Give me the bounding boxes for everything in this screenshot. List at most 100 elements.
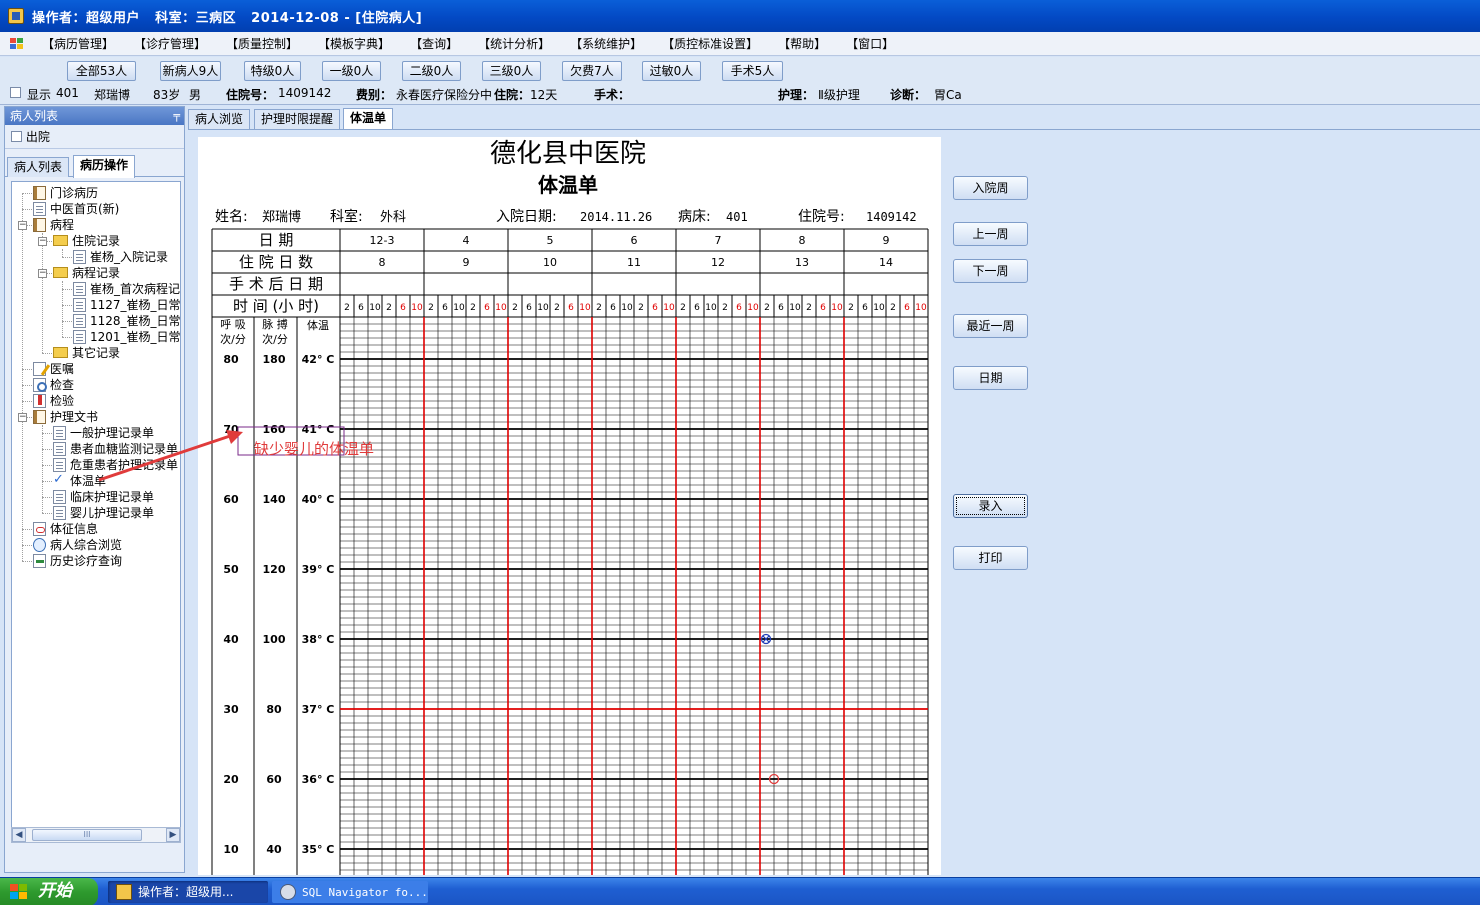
tree-node[interactable]: 体温单 [53, 472, 106, 489]
filter-all-button[interactable]: 全部53人 [67, 61, 136, 81]
tree-node[interactable]: 中医首页(新) [33, 201, 119, 217]
tree-collapse-icon[interactable]: − [38, 269, 47, 278]
tab-nursing-time-reminder[interactable]: 护理时限提醒 [254, 109, 341, 129]
filter-level2-button[interactable]: 二级0人 [402, 61, 461, 81]
discharge-checkbox[interactable] [11, 131, 22, 142]
menu-template-dictionary[interactable]: 【模板字典】 [308, 33, 400, 55]
previous-week-button[interactable]: 上一周 [953, 222, 1028, 246]
tree-node-label: 患者血糖监测记录单 [70, 442, 179, 456]
menu-window[interactable]: 【窗口】 [836, 33, 904, 55]
bed-label: 病床: [678, 209, 711, 225]
tree-node[interactable]: 检验 [33, 393, 74, 409]
tree-node[interactable]: 婴儿护理记录单 [53, 505, 154, 521]
tree-node[interactable]: 崔杨_入院记录 [73, 249, 168, 265]
tree-node[interactable]: 护理文书 [33, 409, 98, 425]
hour-value: 6 [568, 303, 574, 313]
fee-label: 费别： [356, 88, 393, 102]
bed-value: 401 [726, 210, 748, 224]
tree-node-label: 崔杨_入院记录 [90, 250, 169, 264]
filter-special-level-button[interactable]: 特级0人 [244, 61, 301, 81]
tab-record-operations[interactable]: 病历操作 [73, 155, 136, 178]
tree-node[interactable]: 危重患者护理记录单 [53, 457, 178, 473]
pulse-scale: 100 [263, 633, 286, 646]
filter-surgery-button[interactable]: 手术5人 [722, 61, 783, 81]
tree-guide-line [22, 369, 32, 370]
hour-value: 2 [848, 303, 854, 313]
tab-temperature-chart[interactable]: 体温单 [343, 108, 394, 130]
tree-node[interactable]: 病程 [33, 217, 74, 233]
taskbar-item-emr[interactable]: 操作者：超级用... [108, 881, 268, 903]
tab-patient-list[interactable]: 病人列表 [7, 157, 70, 177]
menu-quality-control[interactable]: 【质量控制】 [216, 33, 308, 55]
tree-guide-line [22, 193, 32, 194]
tree-node[interactable]: 住院记录 [53, 233, 120, 249]
document-icon [73, 282, 86, 296]
pulse-unit: 次/分 [262, 332, 288, 346]
admission-week-button[interactable]: 入院周 [953, 176, 1028, 200]
tree-node-label: 住院记录 [72, 234, 121, 248]
tree-collapse-icon[interactable]: − [18, 221, 27, 230]
tab-patient-browse[interactable]: 病人浏览 [188, 109, 251, 129]
scroll-left-arrow-icon[interactable]: ◀ [12, 828, 26, 842]
menu-qc-standards[interactable]: 【质控标准设置】 [652, 33, 768, 55]
pin-icon[interactable]: ╤ [173, 107, 180, 125]
next-week-button[interactable]: 下一周 [953, 259, 1028, 283]
start-button[interactable]: 开始 [0, 878, 98, 905]
hour-value: 10 [621, 303, 633, 313]
tree-collapse-icon[interactable]: − [18, 413, 27, 422]
recent-week-button[interactable]: 最近一周 [953, 314, 1028, 338]
menu-help[interactable]: 【帮助】 [768, 33, 836, 55]
tree-node[interactable]: 1201_崔杨_日常病程记录 [73, 329, 180, 345]
temperature-scale: 39° C [302, 563, 335, 576]
tree-node[interactable]: 病程记录 [53, 265, 120, 281]
menu-diagnosis-management[interactable]: 【诊疗管理】 [124, 33, 216, 55]
scroll-thumb[interactable]: III [32, 829, 142, 841]
tree-node[interactable]: 门诊病历 [33, 185, 98, 201]
filter-level3-button[interactable]: 三级0人 [482, 61, 541, 81]
tree-guide-line [42, 465, 52, 466]
filter-arrears-button[interactable]: 欠费7人 [562, 61, 622, 81]
tree-collapse-icon[interactable]: − [38, 237, 47, 246]
menu-statistics[interactable]: 【统计分析】 [468, 33, 560, 55]
temperature-scale: 37° C [302, 703, 335, 716]
tree-node[interactable]: 一般护理记录单 [53, 425, 154, 441]
temperature-scale: 41° C [302, 423, 335, 436]
scroll-right-arrow-icon[interactable]: ▶ [166, 828, 180, 842]
print-button[interactable]: 打印 [953, 546, 1028, 570]
tree-node[interactable]: 崔杨_首次病程记录 [73, 281, 180, 297]
filter-new-button[interactable]: 新病人9人 [160, 61, 221, 81]
menu-system-maintenance[interactable]: 【系统维护】 [560, 33, 652, 55]
filter-allergy-button[interactable]: 过敏0人 [642, 61, 701, 81]
tree-horizontal-scrollbar[interactable]: ◀ III ▶ [11, 827, 181, 843]
taskbar-item-sql-navigator[interactable]: SQL Navigator fo... [272, 881, 428, 903]
discharge-row[interactable]: 出院 [5, 125, 184, 149]
tree-node[interactable]: 体征信息 [33, 521, 98, 537]
book-icon [33, 218, 46, 232]
tree-node[interactable]: 其它记录 [53, 345, 120, 361]
tree-guide-line [42, 233, 43, 353]
tree-node[interactable]: 历史诊疗查询 [33, 553, 122, 569]
document-icon [53, 490, 66, 504]
enter-button[interactable]: 录入 [953, 494, 1028, 518]
tree-node[interactable]: 临床护理记录单 [53, 489, 154, 505]
menu-query[interactable]: 【查询】 [400, 33, 468, 55]
tree-node[interactable]: 1127_崔杨_日常病程记录 [73, 297, 180, 313]
date-value: 12-3 [370, 234, 395, 247]
tree-guide-line [22, 193, 23, 561]
filter-level1-button[interactable]: 一级0人 [322, 61, 381, 81]
mdi-window-icon[interactable] [10, 37, 24, 50]
tree-node[interactable]: 医嘱 [33, 361, 74, 377]
hour-value: 2 [890, 303, 896, 313]
date-button[interactable]: 日期 [953, 366, 1028, 390]
menu-medical-records[interactable]: 【病历管理】 [32, 33, 124, 55]
tree-node[interactable]: 检查 [33, 377, 74, 393]
hospital-day-value: 12 [711, 256, 725, 269]
tree-node[interactable]: 患者血糖监测记录单 [53, 441, 178, 457]
hour-value: 6 [694, 303, 700, 313]
tree-node[interactable]: 病人综合浏览 [33, 537, 122, 553]
tree-node-label: 体征信息 [50, 522, 99, 536]
show-checkbox[interactable] [10, 87, 21, 98]
scroll-thumb-grip: III [83, 830, 91, 839]
fee-type: 永春医疗保险分中 [396, 88, 493, 102]
tree-node[interactable]: 1128_崔杨_日常病程记录 [73, 313, 180, 329]
